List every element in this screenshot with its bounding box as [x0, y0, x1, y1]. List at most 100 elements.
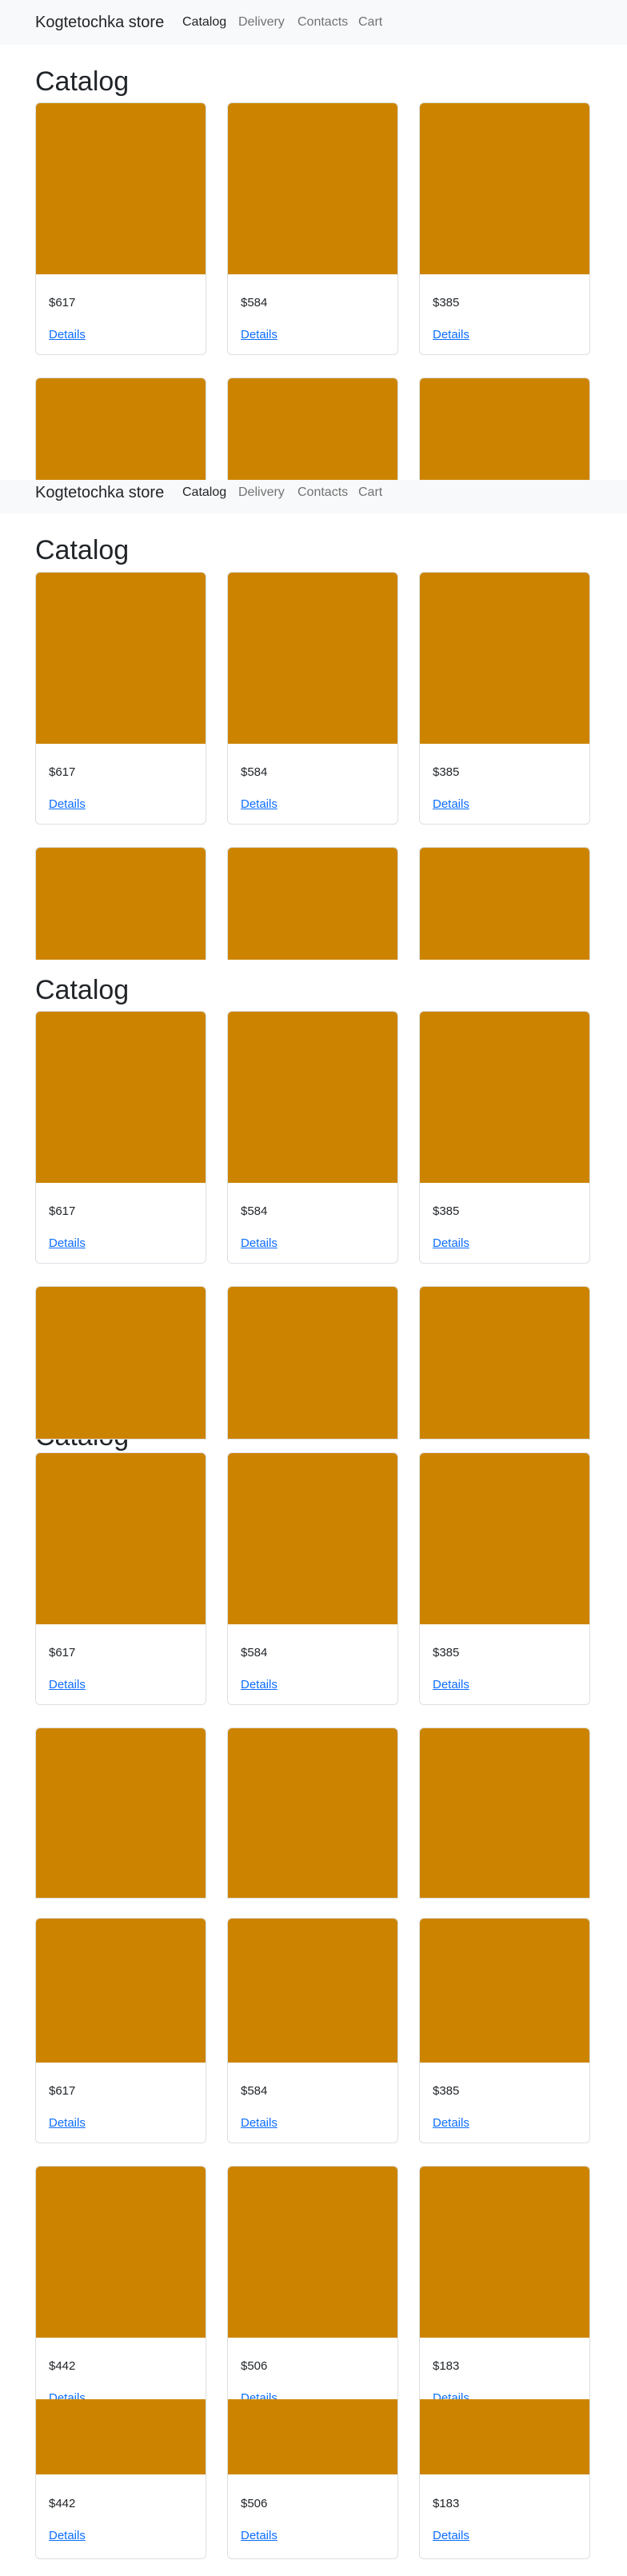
- details-link[interactable]: Details: [49, 1236, 86, 1251]
- product-image[interactable]: [36, 573, 206, 744]
- details-link[interactable]: Details: [49, 1678, 86, 1692]
- product-image[interactable]: [36, 2399, 206, 2474]
- details-link[interactable]: Details: [49, 2529, 86, 2543]
- details-link[interactable]: Details: [433, 2116, 469, 2131]
- product-image[interactable]: [228, 2399, 397, 2474]
- product-image[interactable]: [420, 848, 589, 960]
- details-link[interactable]: Details: [433, 328, 469, 342]
- product-image[interactable]: [228, 378, 397, 480]
- product-card: $584 Details: [227, 102, 398, 355]
- product-card: [35, 847, 206, 960]
- details-link[interactable]: Details: [241, 1236, 278, 1251]
- product-card: [227, 377, 398, 480]
- product-price: $183: [433, 2359, 460, 2373]
- product-price: $506: [241, 2497, 268, 2510]
- product-card: $617 Details: [35, 572, 206, 825]
- product-image[interactable]: [36, 1287, 206, 1439]
- nav-link-contacts[interactable]: Contacts: [298, 14, 348, 31]
- details-link[interactable]: Details: [241, 328, 278, 342]
- product-image[interactable]: [36, 378, 206, 480]
- product-image[interactable]: [420, 1453, 589, 1624]
- product-image[interactable]: [228, 1012, 397, 1183]
- product-card: [419, 847, 590, 960]
- details-link[interactable]: Details: [433, 1678, 469, 1692]
- product-image[interactable]: [228, 1287, 397, 1439]
- screenshot-segment-1: Kogtetochka store Catalog Delivery Conta…: [0, 0, 627, 480]
- product-card: [227, 1286, 398, 1440]
- details-link[interactable]: Details: [49, 2391, 86, 2399]
- details-link[interactable]: Details: [433, 2529, 469, 2543]
- details-link[interactable]: Details: [241, 2529, 278, 2543]
- product-image[interactable]: [36, 103, 206, 274]
- product-card: $442 Details: [35, 2399, 206, 2559]
- nav-link-cart[interactable]: Cart: [358, 484, 382, 501]
- product-image[interactable]: [228, 2167, 397, 2338]
- brand-logo[interactable]: Kogtetochka store: [35, 11, 164, 34]
- product-card: $385 Details: [419, 102, 590, 355]
- product-card: $506 Details: [227, 2166, 398, 2399]
- page-title: Catalog: [35, 66, 130, 97]
- nav-link-catalog[interactable]: Catalog: [182, 484, 226, 501]
- product-card: [419, 377, 590, 480]
- product-image[interactable]: [228, 103, 397, 274]
- product-card: $385 Details: [419, 1918, 590, 2143]
- details-link[interactable]: Details: [241, 2116, 278, 2131]
- product-price: $584: [241, 1204, 268, 1218]
- product-image[interactable]: [228, 1728, 397, 1898]
- screenshot-segment-2: Kogtetochka store Catalog Delivery Conta…: [0, 480, 627, 960]
- product-price: $584: [241, 2084, 268, 2098]
- product-image[interactable]: [228, 1919, 397, 2063]
- product-image[interactable]: [36, 1728, 206, 1898]
- details-link[interactable]: Details: [49, 2116, 86, 2131]
- nav-link-cart[interactable]: Cart: [358, 14, 382, 31]
- product-image[interactable]: [228, 573, 397, 744]
- product-image[interactable]: [420, 573, 589, 744]
- product-image[interactable]: [228, 848, 397, 960]
- screenshot-segment-6: $442 Details $506 Details $183 Details: [0, 2399, 627, 2576]
- details-link[interactable]: Details: [433, 1236, 469, 1251]
- product-price: $385: [433, 765, 460, 779]
- product-card: $584 Details: [227, 1918, 398, 2143]
- product-image[interactable]: [420, 1728, 589, 1898]
- product-card: [419, 1727, 590, 1899]
- product-price: $385: [433, 1204, 460, 1218]
- navbar: Kogtetochka store Catalog Delivery Conta…: [0, 480, 627, 513]
- details-link[interactable]: Details: [241, 2391, 278, 2399]
- product-card: $385 Details: [419, 572, 590, 825]
- product-image[interactable]: [228, 1453, 397, 1624]
- product-image[interactable]: [36, 1453, 206, 1624]
- product-image[interactable]: [420, 103, 589, 274]
- nav-link-contacts[interactable]: Contacts: [298, 484, 348, 501]
- nav-link-delivery[interactable]: Delivery: [238, 484, 285, 501]
- product-card: [419, 1286, 590, 1440]
- product-image[interactable]: [420, 2399, 589, 2474]
- nav-link-delivery[interactable]: Delivery: [238, 14, 285, 31]
- product-image[interactable]: [420, 2167, 589, 2338]
- details-link[interactable]: Details: [433, 797, 469, 812]
- product-price: $442: [49, 2497, 76, 2510]
- screenshot-segment-5: $617 Details $584 Details $385 Details $…: [0, 1899, 627, 2399]
- details-link[interactable]: Details: [49, 797, 86, 812]
- brand-logo[interactable]: Kogtetochka store: [35, 481, 164, 504]
- nav-link-catalog[interactable]: Catalog: [182, 14, 226, 31]
- details-link[interactable]: Details: [49, 328, 86, 342]
- product-image[interactable]: [420, 1012, 589, 1183]
- details-link[interactable]: Details: [241, 797, 278, 812]
- product-card: $183 Details: [419, 2399, 590, 2559]
- product-image[interactable]: [420, 1919, 589, 2063]
- details-link[interactable]: Details: [241, 1678, 278, 1692]
- product-card: $617 Details: [35, 102, 206, 355]
- details-link[interactable]: Details: [433, 2391, 469, 2399]
- product-image[interactable]: [36, 2167, 206, 2338]
- product-card: [35, 377, 206, 480]
- product-price: $617: [49, 765, 76, 779]
- product-price: $442: [49, 2359, 76, 2373]
- product-image[interactable]: [36, 848, 206, 960]
- screenshot-segment-3: Catalog $617 Details $584 Details $385 D…: [0, 960, 627, 1440]
- product-image[interactable]: [420, 378, 589, 480]
- product-card: $584 Details: [227, 1011, 398, 1264]
- page-title: Catalog: [35, 1440, 129, 1452]
- product-image[interactable]: [420, 1287, 589, 1439]
- product-image[interactable]: [36, 1012, 206, 1183]
- product-image[interactable]: [36, 1919, 206, 2063]
